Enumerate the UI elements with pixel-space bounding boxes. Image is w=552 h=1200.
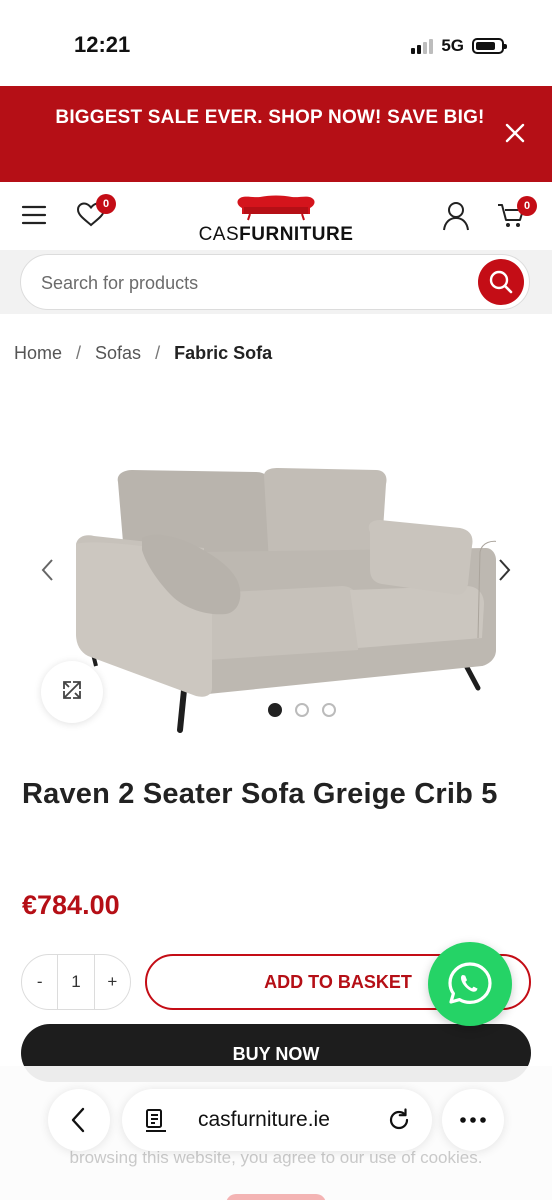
breadcrumb-home[interactable]: Home (14, 343, 62, 364)
reload-icon[interactable] (384, 1105, 414, 1135)
status-bar: 12:21 5G (0, 0, 552, 86)
signal-icon (411, 38, 434, 54)
page-menu-icon[interactable] (142, 1105, 172, 1135)
network-label: 5G (441, 36, 464, 55)
battery-icon (472, 38, 507, 54)
gallery-prev-arrow[interactable] (36, 555, 60, 585)
browser-toolbar: casfurniture.ie (48, 1089, 506, 1151)
whatsapp-chat-button[interactable] (428, 942, 512, 1026)
wishlist-button[interactable]: 0 (74, 194, 124, 234)
gallery-dot[interactable] (295, 703, 309, 717)
search-input[interactable] (41, 265, 461, 301)
breadcrumb: Home / Sofas / Fabric Sofa (14, 343, 272, 364)
search-button[interactable] (478, 259, 524, 305)
quantity-increase-button[interactable]: + (95, 955, 130, 1009)
gallery-next-arrow[interactable] (492, 555, 516, 585)
gallery-pagination (268, 703, 336, 717)
browser-address-bar[interactable]: casfurniture.ie (122, 1089, 432, 1151)
account-icon[interactable] (440, 200, 472, 232)
cookie-text: browsing this website, you agree to our … (69, 1148, 483, 1167)
product-gallery (0, 440, 552, 740)
breadcrumb-separator: / (155, 343, 161, 363)
site-header: 0 CASFURNITURE 0 (0, 182, 552, 250)
browser-url: casfurniture.ie (198, 1108, 330, 1131)
status-indicators: 5G (411, 36, 507, 56)
sofa-logo-icon (237, 195, 315, 221)
search-bar (0, 250, 552, 314)
status-time: 12:21 (74, 32, 131, 57)
chevron-right-icon (499, 559, 511, 581)
promo-banner: BIGGEST SALE EVER. SHOP NOW! SAVE BIG! (0, 86, 552, 182)
gallery-dot[interactable] (268, 703, 282, 717)
browser-back-button[interactable] (48, 1089, 110, 1151)
promo-text: BIGGEST SALE EVER. SHOP NOW! SAVE BIG! (55, 107, 485, 128)
breadcrumb-sofas[interactable]: Sofas (95, 343, 141, 364)
breadcrumb-separator: / (76, 343, 82, 363)
zoom-button[interactable] (41, 661, 103, 723)
whatsapp-icon (448, 962, 492, 1004)
wishlist-count-badge: 0 (96, 194, 116, 214)
gallery-dot[interactable] (322, 703, 336, 717)
search-field-container (20, 254, 530, 310)
search-icon (489, 270, 513, 294)
cookie-accept-button[interactable] (226, 1194, 326, 1200)
quantity-input[interactable]: 1 (57, 955, 95, 1009)
chevron-left-icon (41, 559, 53, 581)
quantity-decrease-button[interactable]: - (22, 955, 57, 1009)
product-title: Raven 2 Seater Sofa Greige Crib 5 (22, 778, 498, 810)
more-icon (460, 1117, 486, 1123)
browser-more-button[interactable] (442, 1089, 504, 1151)
product-price: €784.00 (22, 890, 120, 920)
chevron-left-icon (71, 1107, 85, 1133)
menu-icon[interactable] (20, 202, 48, 228)
quantity-stepper: - 1 + (21, 954, 131, 1010)
product-image-sofa[interactable] (66, 440, 496, 740)
cart-count-badge: 0 (517, 196, 537, 216)
site-logo[interactable]: CASFURNITURE (196, 190, 356, 246)
close-icon[interactable] (500, 118, 530, 148)
breadcrumb-current: Fabric Sofa (174, 343, 273, 363)
logo-text: CASFURNITURE (198, 224, 354, 245)
cart-button[interactable]: 0 (496, 196, 537, 234)
expand-icon (63, 681, 81, 699)
